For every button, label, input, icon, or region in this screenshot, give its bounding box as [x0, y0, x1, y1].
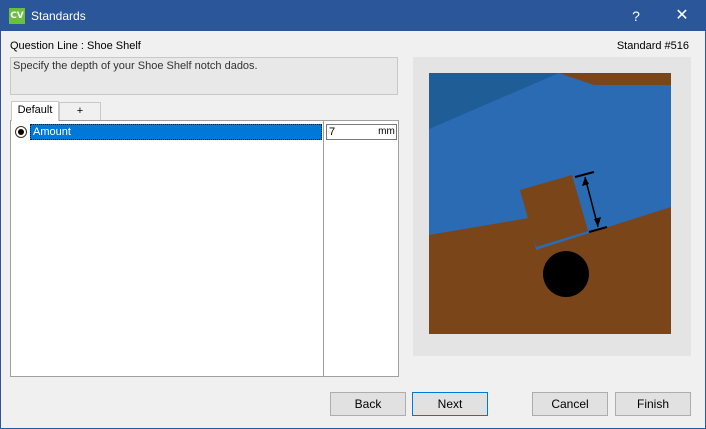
standard-number-label: Standard #516: [616, 40, 689, 52]
app-logo-icon: CV: [9, 8, 25, 24]
description-box: Specify the depth of your Shoe Shelf not…: [10, 57, 398, 95]
title-bar: CV Standards ? ✕: [1, 1, 705, 31]
tab-default[interactable]: Default: [11, 101, 59, 121]
hole-circle: [543, 251, 589, 297]
window-title: Standards: [31, 9, 86, 23]
help-button[interactable]: ?: [613, 1, 659, 31]
row-radio-button[interactable]: [15, 126, 27, 138]
cancel-button[interactable]: Cancel: [532, 392, 608, 416]
dado-illustration: [429, 73, 671, 334]
add-tab-button[interactable]: +: [59, 102, 101, 120]
close-button[interactable]: ✕: [659, 1, 705, 31]
next-button[interactable]: Next: [412, 392, 488, 416]
preview-panel: [413, 57, 691, 356]
finish-button[interactable]: Finish: [615, 392, 691, 416]
column-divider: [323, 121, 324, 376]
unit-label: mm: [377, 124, 397, 140]
table-row: Amount 7 mm: [11, 124, 398, 140]
back-button[interactable]: Back: [330, 392, 406, 416]
parameter-grid: Amount 7 mm: [10, 120, 399, 377]
standards-dialog: CV Standards ? ✕ Question Line : Shoe Sh…: [0, 0, 706, 429]
amount-value-input[interactable]: 7: [326, 124, 382, 140]
amount-row-label[interactable]: Amount: [30, 124, 322, 140]
question-line-label: Question Line : Shoe Shelf: [10, 40, 141, 52]
